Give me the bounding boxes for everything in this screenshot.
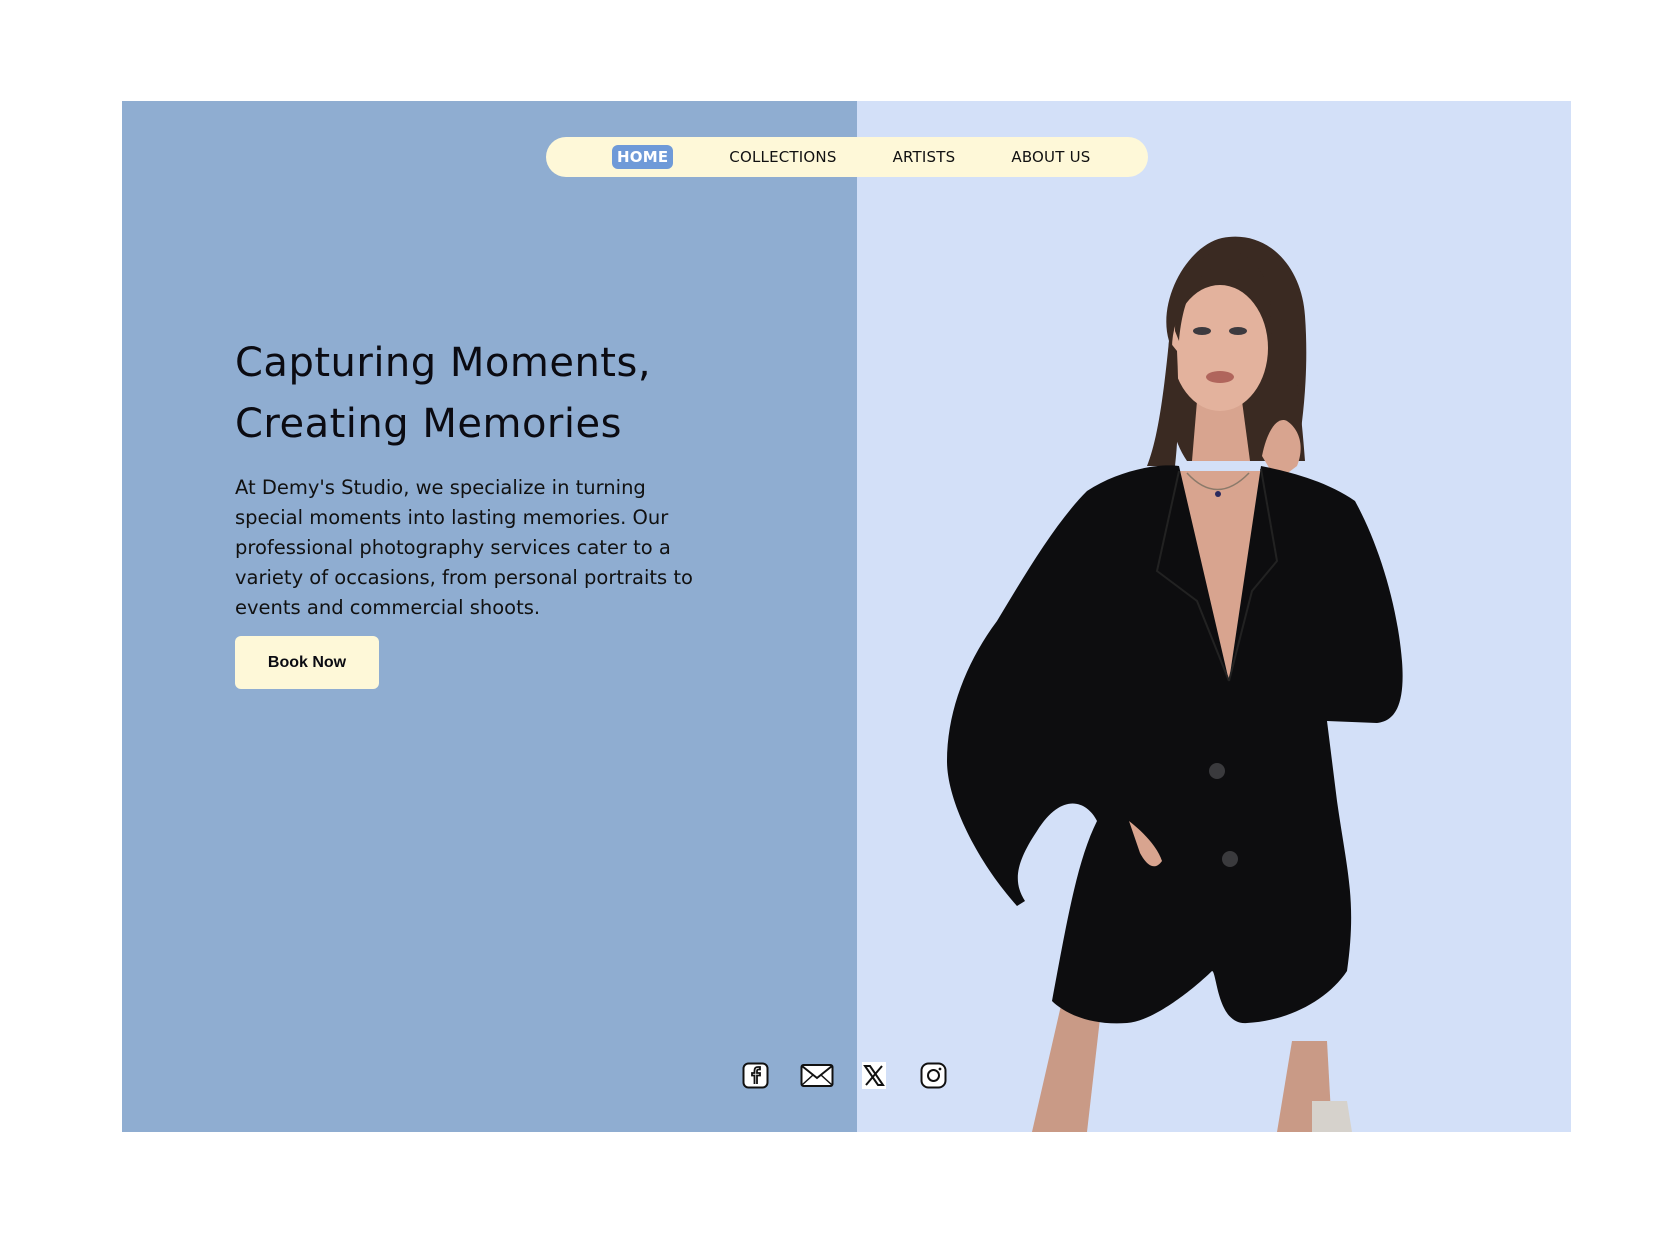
social-links [742, 1062, 947, 1089]
nav-artists[interactable]: ARTISTS [893, 148, 956, 166]
mail-icon[interactable] [800, 1062, 834, 1089]
hero-frame: HOME COLLECTIONS ARTISTS ABOUT US Captur… [122, 101, 1571, 1132]
hero-title-line2: Creating Memories [235, 401, 622, 447]
book-now-button[interactable]: Book Now [235, 636, 379, 689]
nav-about-us[interactable]: ABOUT US [1011, 148, 1090, 166]
hero-section: Capturing Moments, Creating Memories At … [235, 333, 715, 689]
facebook-icon[interactable] [742, 1062, 769, 1089]
x-icon[interactable] [862, 1062, 886, 1089]
hero-title-line1: Capturing Moments, [235, 340, 652, 386]
right-panel [857, 101, 1571, 1132]
hero-description: At Demy's Studio, we specialize in turni… [235, 476, 693, 619]
nav-collections[interactable]: COLLECTIONS [729, 148, 836, 166]
nav-home[interactable]: HOME [612, 145, 674, 169]
instagram-icon[interactable] [920, 1062, 947, 1089]
hero-title: Capturing Moments, Creating Memories [235, 333, 715, 455]
top-nav: HOME COLLECTIONS ARTISTS ABOUT US [546, 137, 1148, 177]
model-photo [947, 236, 1403, 1132]
